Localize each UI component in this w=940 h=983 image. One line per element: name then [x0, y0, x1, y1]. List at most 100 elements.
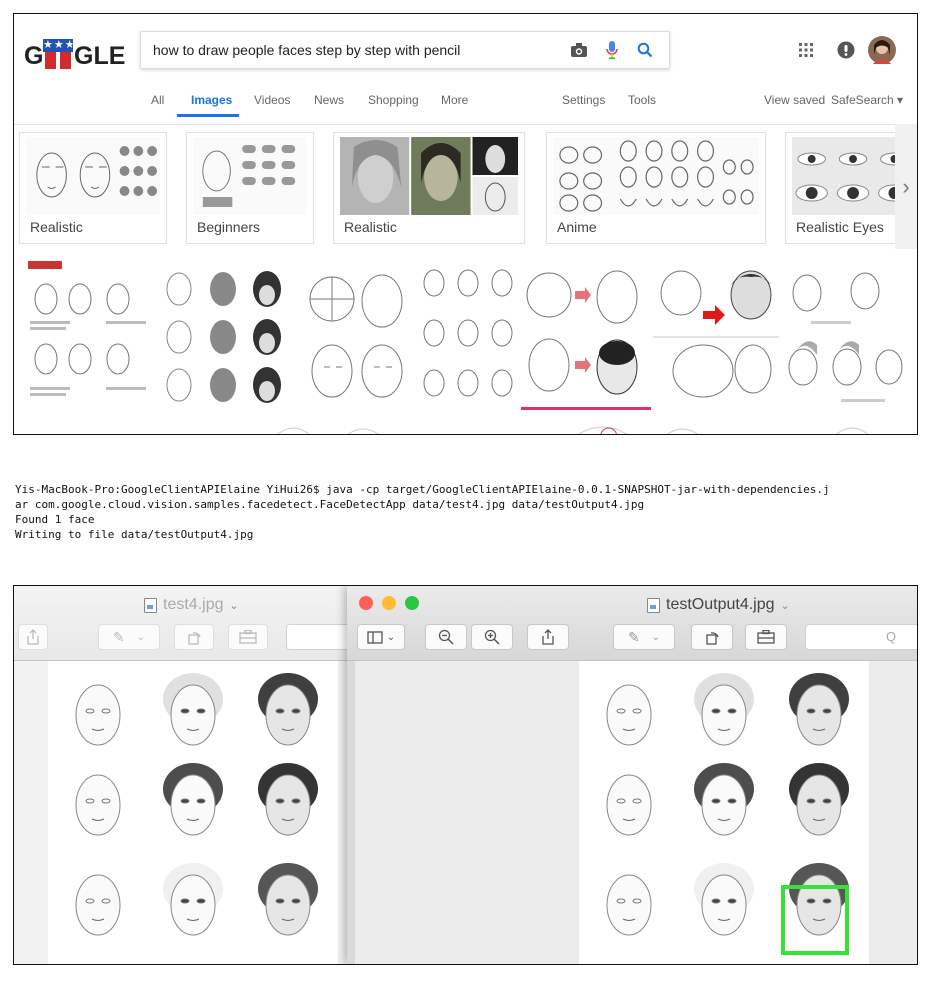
chip-label: Realistic [344, 219, 397, 235]
chip-realistic-2[interactable]: Realistic [333, 132, 525, 244]
view-saved-link[interactable]: View saved [764, 93, 825, 107]
microphone-icon[interactable] [602, 40, 622, 60]
sidebar-icon [367, 630, 383, 644]
face-sketch [258, 673, 318, 746]
search-field[interactable] [286, 624, 349, 650]
tab-all[interactable]: All [151, 93, 164, 107]
terminal-output: Yis-MacBook-Pro:GoogleClientAPIElaine Yi… [15, 482, 830, 542]
google-images-screenshot: G ★★★ GLE how to draw people faces step … [13, 13, 918, 435]
zoom-in-icon [484, 629, 500, 645]
window-titlebar[interactable]: testOutput4.jpg ⌄ ⌄ ✎ ⌄ Q [347, 586, 917, 661]
window-titlebar[interactable]: test4.jpg ⌄ ✎ ⌄ [14, 586, 349, 661]
window-edge [347, 661, 355, 964]
face-sketch [606, 874, 652, 936]
search-box[interactable]: how to draw people faces step by step wi… [140, 31, 670, 69]
share-button[interactable] [18, 624, 48, 650]
toolbox-icon [757, 630, 775, 644]
chevron-down-icon[interactable]: ⌄ [781, 599, 790, 612]
zoom-button[interactable] [405, 596, 419, 610]
notifications-icon[interactable] [832, 36, 860, 64]
face-sketch [789, 763, 849, 836]
toolbox-button[interactable] [228, 624, 268, 650]
markup-button[interactable]: ✎ ⌄ [613, 624, 675, 650]
safesearch-dropdown[interactable]: SafeSearch ▾ [831, 93, 903, 107]
face-sketch [163, 863, 223, 936]
face-sketch [75, 874, 121, 936]
preview-window-output[interactable]: testOutput4.jpg ⌄ ⌄ ✎ ⌄ Q [347, 586, 917, 964]
chevron-down-icon[interactable]: ⌄ [229, 599, 238, 612]
image-document [48, 661, 338, 964]
tab-more[interactable]: More [441, 93, 468, 107]
tab-images[interactable]: Images [191, 93, 232, 107]
terminal-line: Found 1 face [15, 513, 95, 526]
search-tabs: All Images Videos News Shopping More Set… [14, 89, 917, 119]
terminal-line: ar com.google.cloud.vision.samples.faced… [15, 498, 645, 511]
camera-icon[interactable] [569, 40, 589, 60]
chevron-down-icon: ⌄ [651, 631, 661, 643]
minimize-button[interactable] [382, 596, 396, 610]
face-sketch [694, 673, 754, 746]
image-file-icon [647, 597, 660, 613]
logo-letter-g: G [24, 42, 44, 70]
image-result[interactable] [302, 259, 414, 415]
chip-beginners[interactable]: Beginners [186, 132, 314, 244]
terminal-line: Writing to file data/testOutput4.jpg [15, 528, 254, 541]
chip-image [26, 137, 160, 215]
chip-image [193, 137, 307, 215]
preview-window-input[interactable]: test4.jpg ⌄ ✎ ⌄ [14, 586, 349, 964]
chip-label: Beginners [197, 219, 261, 235]
image-result[interactable] [781, 259, 909, 415]
rotate-button[interactable] [691, 624, 733, 650]
chip-realistic[interactable]: Realistic [19, 132, 167, 244]
close-button[interactable] [359, 596, 373, 610]
search-field[interactable]: Q [805, 624, 917, 650]
face-sketch [606, 774, 652, 836]
tab-news[interactable]: News [314, 93, 344, 107]
chip-image [553, 137, 759, 215]
settings-link[interactable]: Settings [562, 93, 605, 107]
rotate-icon [706, 632, 719, 645]
share-button[interactable] [527, 624, 569, 650]
window-title-text: test4.jpg [163, 596, 224, 613]
face-sketch [258, 863, 318, 936]
preview-screenshot: test4.jpg ⌄ ✎ ⌄ testOutput4.jpg ⌄ ⌄ ✎ ⌄ … [13, 585, 918, 965]
face-sketch [694, 763, 754, 836]
tab-shopping[interactable]: Shopping [368, 93, 419, 107]
image-result[interactable] [157, 259, 294, 415]
apps-grid-icon[interactable] [792, 36, 820, 64]
flag-icon: ★★★ [43, 39, 76, 69]
logo-letters-gle: GLE [74, 42, 126, 70]
divider [14, 124, 917, 125]
image-document [579, 661, 869, 964]
zoom-out-button[interactable] [425, 624, 467, 650]
zoom-out-icon [438, 629, 454, 645]
zoom-in-button[interactable] [471, 624, 513, 650]
tab-videos[interactable]: Videos [254, 93, 290, 107]
face-sketch [75, 684, 121, 746]
face-sketch [163, 763, 223, 836]
chip-label: Anime [557, 219, 597, 235]
flag-stars: ★★★ [43, 39, 76, 52]
tools-link[interactable]: Tools [628, 93, 656, 107]
sidebar-toggle-button[interactable]: ⌄ [357, 624, 405, 650]
rotate-button[interactable] [174, 624, 214, 650]
avatar[interactable] [867, 36, 897, 64]
image-result[interactable] [26, 259, 154, 415]
chevron-right-icon[interactable]: › [895, 124, 917, 249]
search-query[interactable]: how to draw people faces step by step wi… [153, 42, 460, 58]
markup-button[interactable]: ✎ ⌄ [98, 624, 160, 650]
face-sketch [694, 863, 754, 936]
google-logo[interactable]: G ★★★ GLE [24, 34, 134, 74]
window-title: testOutput4.jpg ⌄ [647, 596, 790, 614]
more-image-results [14, 422, 917, 434]
image-file-icon [144, 597, 157, 613]
image-result[interactable] [416, 259, 520, 415]
search-icon: Q [886, 629, 897, 644]
pen-icon: ✎ [112, 628, 125, 645]
chip-anime[interactable]: Anime [546, 132, 766, 244]
image-result[interactable] [653, 259, 779, 415]
toolbox-button[interactable] [745, 624, 787, 650]
image-result[interactable] [521, 259, 651, 415]
search-icon[interactable] [635, 40, 655, 60]
detected-face-box [781, 885, 849, 955]
